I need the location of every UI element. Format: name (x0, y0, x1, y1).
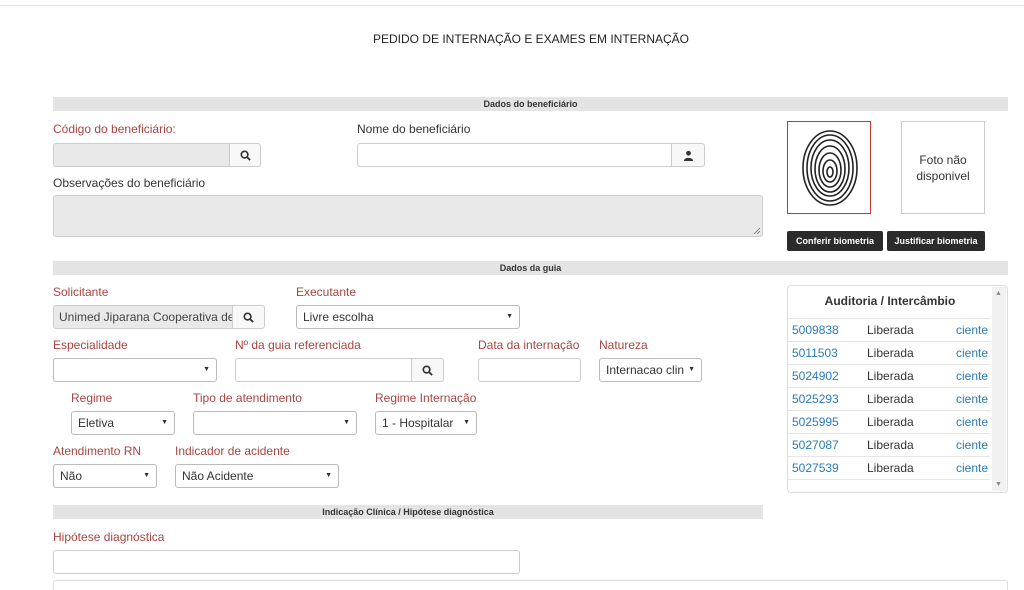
auditoria-scrollbar[interactable]: ▲ ▼ (992, 287, 1006, 491)
guia-referenciada-input[interactable] (235, 358, 412, 382)
guia-referenciada-label: Nº da guia referenciada (235, 338, 361, 352)
hipotese-input[interactable] (53, 550, 520, 574)
fingerprint-box[interactable] (787, 121, 871, 214)
codigo-input[interactable] (53, 143, 230, 167)
atendimento-rn-select[interactable]: Não ▼ (53, 464, 157, 488)
chevron-down-icon: ▼ (143, 472, 150, 479)
regime-internacao-label: Regime Internação (375, 391, 477, 405)
justificar-biometria-button[interactable]: Justificar biometria (887, 231, 985, 251)
natureza-label: Natureza (599, 338, 648, 352)
scroll-up-icon[interactable]: ▲ (995, 290, 1002, 297)
auditoria-row-status: Liberada (867, 346, 914, 360)
hipotese-label: Hipótese diagnóstica (53, 530, 165, 544)
guia-referenciada-search-button[interactable] (411, 358, 444, 382)
chevron-down-icon: ▼ (343, 419, 350, 426)
data-internacao-label: Data da internação (478, 338, 580, 352)
tipo-atendimento-select[interactable]: ▼ (193, 411, 357, 435)
auditoria-row-id[interactable]: 5027539 (792, 457, 839, 479)
auditoria-row-ciente-link[interactable]: ciente (956, 365, 988, 387)
auditoria-row-ciente-link[interactable]: ciente (956, 434, 988, 456)
auditoria-row-id[interactable]: 5027087 (792, 434, 839, 456)
search-icon (243, 311, 254, 323)
auditoria-row-ciente-link[interactable]: ciente (956, 388, 988, 410)
auditoria-panel: Auditoria / Intercâmbio 5009838 Liberada… (787, 285, 1008, 493)
search-icon (239, 149, 251, 161)
especialidade-select[interactable]: ▼ (53, 358, 217, 382)
section-beneficiario: Dados do beneficiário (53, 97, 1008, 111)
auditoria-row-id[interactable]: 5011503 (792, 342, 838, 364)
fingerprint-icon (802, 130, 858, 206)
scroll-down-icon[interactable]: ▼ (995, 481, 1002, 488)
auditoria-list: 5009838 Liberada ciente 5011503 Liberada… (788, 318, 992, 488)
user-icon (683, 150, 693, 161)
indicador-acidente-select[interactable]: Não Acidente ▼ (175, 464, 339, 488)
auditoria-row: 5024902 Liberada ciente (788, 364, 990, 387)
chevron-down-icon: ▼ (161, 419, 168, 426)
section-guia: Dados da guia (53, 261, 1008, 275)
data-internacao-input[interactable] (478, 358, 581, 382)
chevron-down-icon: ▼ (203, 366, 210, 373)
observacoes-label: Observações do beneficiário (53, 176, 206, 190)
resize-handle-icon (753, 227, 760, 234)
regime-label: Regime (71, 391, 113, 405)
auditoria-row-id[interactable]: 5025293 (792, 388, 839, 410)
auditoria-row-status: Liberada (867, 369, 914, 383)
executante-value: Livre escolha (303, 310, 374, 324)
regime-internacao-select[interactable]: 1 - Hospitalar ▼ (375, 411, 477, 435)
section-clinica: Indicação Clínica / Hipótese diagnóstica (53, 505, 763, 519)
observacoes-textarea[interactable] (53, 195, 763, 237)
auditoria-title: Auditoria / Intercâmbio (824, 294, 956, 308)
indicador-acidente-label: Indicador de acidente (175, 444, 290, 458)
page-title: PEDIDO DE INTERNAÇÃO E EXAMES EM INTERNA… (372, 32, 690, 46)
next-field-box (53, 580, 1008, 590)
natureza-select[interactable]: Internacao clin ▼ (599, 358, 702, 382)
atendimento-rn-value: Não (60, 469, 83, 483)
regime-value: Eletiva (78, 416, 115, 430)
natureza-value: Internacao clin (606, 363, 685, 377)
chevron-down-icon: ▼ (685, 359, 695, 381)
solicitante-input[interactable]: Unimed Jiparana Cooperativa de (53, 305, 233, 329)
executante-label: Executante (296, 285, 357, 299)
regime-select[interactable]: Eletiva ▼ (71, 411, 175, 435)
photo-placeholder: Foto não disponivel (901, 121, 985, 214)
chevron-down-icon: ▼ (506, 313, 513, 320)
auditoria-row: 5025995 Liberada ciente (788, 410, 990, 433)
nome-input[interactable] (357, 143, 672, 167)
tipo-atendimento-label: Tipo de atendimento (193, 391, 302, 405)
auditoria-row-ciente-link[interactable]: ciente (956, 319, 988, 341)
codigo-label: Código do beneficiário: (53, 122, 176, 136)
nome-label: Nome do beneficiário (357, 122, 471, 136)
auditoria-row: 5027539 Liberada ciente (788, 456, 990, 480)
especialidade-label: Especialidade (53, 338, 128, 352)
auditoria-row-id[interactable]: 5024902 (792, 365, 839, 387)
nome-user-button[interactable] (671, 143, 705, 167)
auditoria-row-status: Liberada (867, 438, 914, 452)
conferir-biometria-button[interactable]: Conferir biometria (787, 231, 883, 251)
solicitante-search-button[interactable] (232, 305, 265, 329)
auditoria-row-status: Liberada (867, 392, 914, 406)
chevron-down-icon: ▼ (325, 472, 332, 479)
auditoria-row-ciente-link[interactable]: ciente (956, 411, 988, 433)
indicador-acidente-value: Não Acidente (182, 469, 254, 483)
auditoria-row: 5025293 Liberada ciente (788, 387, 990, 410)
auditoria-row: 5009838 Liberada ciente (788, 318, 990, 341)
auditoria-row: 5027087 Liberada ciente (788, 433, 990, 456)
auditoria-row-ciente-link[interactable]: ciente (956, 457, 988, 479)
auditoria-row-status: Liberada (867, 415, 914, 429)
atendimento-rn-label: Atendimento RN (53, 444, 142, 458)
regime-internacao-value: 1 - Hospitalar (382, 416, 454, 430)
chevron-down-icon: ▼ (463, 419, 470, 426)
codigo-search-button[interactable] (229, 143, 261, 167)
auditoria-row-id[interactable]: 5009838 (792, 319, 839, 341)
auditoria-row: 5011503 Liberada ciente (788, 341, 990, 364)
search-icon (422, 364, 433, 376)
auditoria-row-status: Liberada (867, 461, 914, 475)
solicitante-label: Solicitante (53, 285, 109, 299)
auditoria-row-status: Liberada (867, 323, 914, 337)
auditoria-row-id[interactable]: 5025995 (792, 411, 839, 433)
top-divider (0, 5, 1024, 6)
auditoria-row-ciente-link[interactable]: ciente (956, 342, 988, 364)
executante-select[interactable]: Livre escolha ▼ (296, 305, 520, 329)
